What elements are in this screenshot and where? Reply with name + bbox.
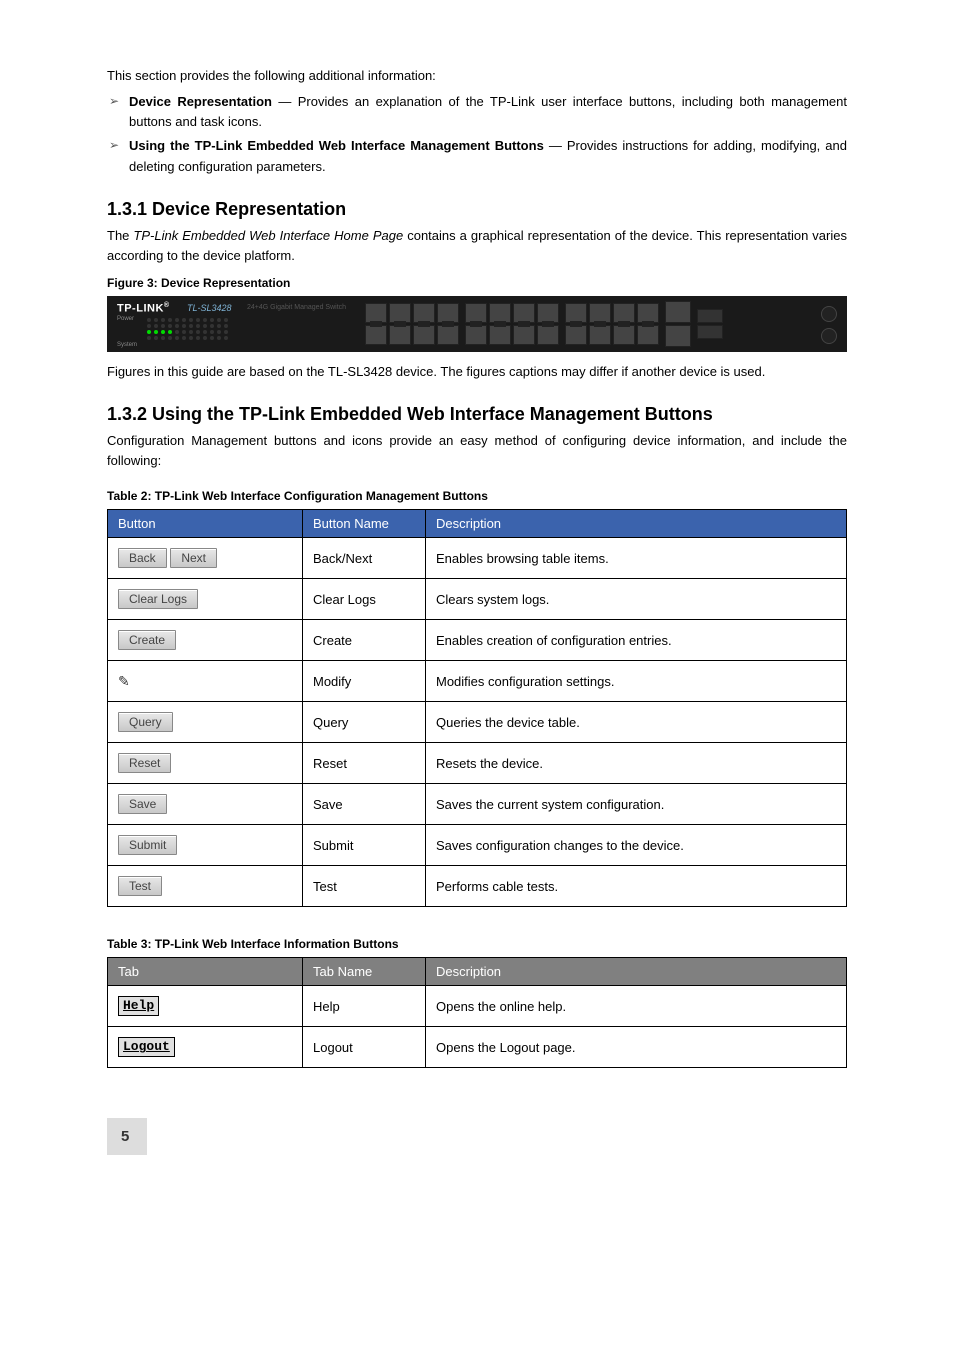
table-row: Query QueryQueries the device table. — [108, 702, 847, 743]
test-button[interactable]: Test — [118, 876, 162, 896]
device-representation-image: TP-LINK® TL-SL3428 24+4G Gigabit Managed… — [107, 296, 847, 352]
col-header: Tab — [108, 958, 303, 986]
logout-link[interactable]: Logout — [118, 1037, 175, 1057]
heading-131: 1.3.1 Device Representation — [107, 199, 847, 220]
col-header: Description — [426, 958, 847, 986]
device-desc: 24+4G Gigabit Managed Switch — [247, 304, 346, 311]
button-name: Clear Logs — [303, 579, 426, 620]
console-port — [821, 306, 837, 322]
sec131-para: The TP-Link Embedded Web Interface Home … — [107, 226, 847, 266]
button-desc: Resets the device. — [426, 743, 847, 784]
submit-button[interactable]: Submit — [118, 835, 177, 855]
tab-name: Logout — [303, 1027, 426, 1068]
button-name: Modify — [303, 661, 426, 702]
system-label: System — [117, 342, 137, 348]
button-name: Submit — [303, 825, 426, 866]
button-name: Save — [303, 784, 426, 825]
button-name: Test — [303, 866, 426, 907]
create-button[interactable]: Create — [118, 630, 176, 650]
bullet-item: Device Representation — Provides an expl… — [129, 92, 847, 132]
query-button[interactable]: Query — [118, 712, 173, 732]
heading-132: 1.3.2 Using the TP-Link Embedded Web Int… — [107, 404, 847, 425]
table-row: Save SaveSaves the current system config… — [108, 784, 847, 825]
table3: TabTab NameDescription HelpHelpOpens the… — [107, 957, 847, 1068]
button-desc: Enables browsing table items. — [426, 538, 847, 579]
button-desc: Saves configuration changes to the devic… — [426, 825, 847, 866]
table-row: Test TestPerforms cable tests. — [108, 866, 847, 907]
power-label: Power — [117, 316, 134, 322]
button-name: Query — [303, 702, 426, 743]
back-button[interactable]: Back — [118, 548, 167, 568]
figure-note: Figures in this guide are based on the T… — [107, 362, 847, 382]
tab-desc: Opens the Logout page. — [426, 1027, 847, 1068]
table2-caption: Table 2: TP-Link Web Interface Configura… — [107, 489, 847, 503]
intro-text: This section provides the following addi… — [107, 66, 847, 86]
save-button[interactable]: Save — [118, 794, 167, 814]
pencil-icon[interactable]: ✎ — [118, 673, 130, 689]
help-link[interactable]: Help — [118, 996, 159, 1016]
col-header: Description — [426, 510, 847, 538]
col-header: Button — [108, 510, 303, 538]
table-row: Back Next Back/NextEnables browsing tabl… — [108, 538, 847, 579]
table-row: Clear Logs Clear LogsClears system logs. — [108, 579, 847, 620]
reset-button[interactable]: Reset — [118, 753, 171, 773]
table3-caption: Table 3: TP-Link Web Interface Informati… — [107, 937, 847, 951]
col-header: Tab Name — [303, 958, 426, 986]
button-desc: Saves the current system configuration. — [426, 784, 847, 825]
bullet-item: Using the TP-Link Embedded Web Interface… — [129, 136, 847, 176]
table2: ButtonButton NameDescription Back Next B… — [107, 509, 847, 907]
next-button[interactable]: Next — [170, 548, 217, 568]
button-name: Back/Next — [303, 538, 426, 579]
figure3-caption: Figure 3: Device Representation — [107, 276, 847, 290]
clear-logs-button[interactable]: Clear Logs — [118, 589, 198, 609]
page-number: 5 — [107, 1118, 147, 1155]
button-desc: Enables creation of configuration entrie… — [426, 620, 847, 661]
table-row: Reset ResetResets the device. — [108, 743, 847, 784]
tab-name: Help — [303, 986, 426, 1027]
device-brand: TP-LINK® — [117, 302, 170, 315]
table-row: Create CreateEnables creation of configu… — [108, 620, 847, 661]
tab-desc: Opens the online help. — [426, 986, 847, 1027]
button-name: Create — [303, 620, 426, 661]
button-desc: Queries the device table. — [426, 702, 847, 743]
ground-screw — [821, 328, 837, 344]
table-row: LogoutLogoutOpens the Logout page. — [108, 1027, 847, 1068]
button-desc: Modifies configuration settings. — [426, 661, 847, 702]
table-row: Submit SubmitSaves configuration changes… — [108, 825, 847, 866]
info-bullets: Device Representation — Provides an expl… — [107, 92, 847, 177]
device-model: TL-SL3428 — [187, 303, 232, 313]
sec132-para: Configuration Management buttons and ico… — [107, 431, 847, 471]
table-row: HelpHelpOpens the online help. — [108, 986, 847, 1027]
button-desc: Clears system logs. — [426, 579, 847, 620]
col-header: Button Name — [303, 510, 426, 538]
table-row: ✎ ModifyModifies configuration settings. — [108, 661, 847, 702]
button-name: Reset — [303, 743, 426, 784]
button-desc: Performs cable tests. — [426, 866, 847, 907]
